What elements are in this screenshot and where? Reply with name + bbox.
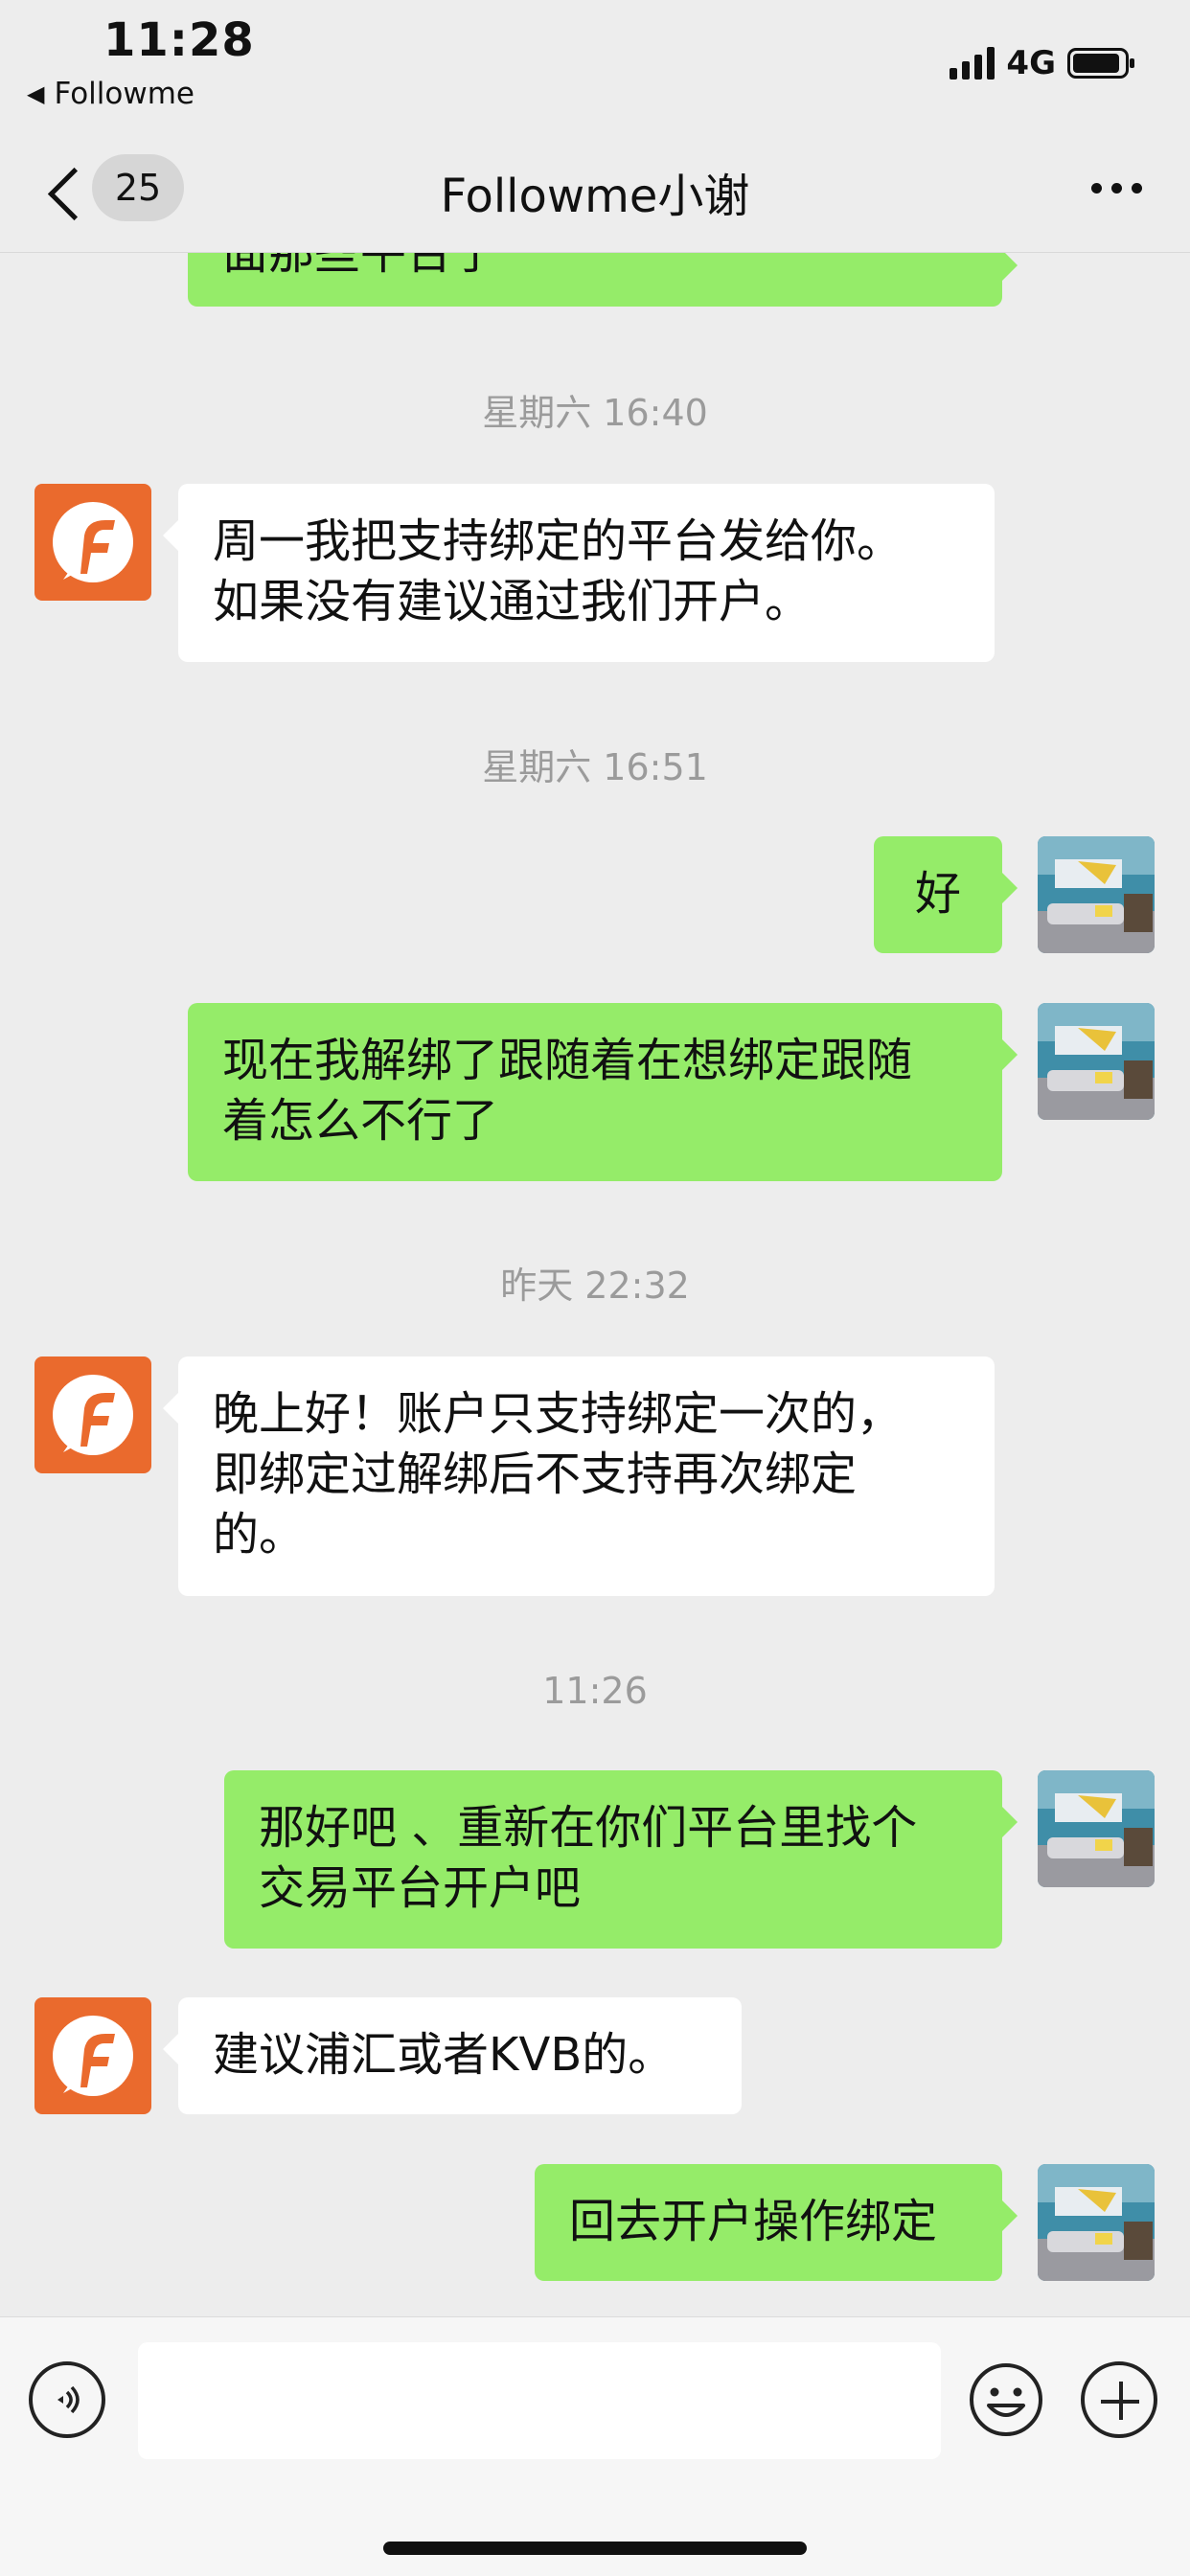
status-time: 11:28 [103,13,255,67]
chat-title: Followme小谢 [440,170,750,223]
message-line: 周一我把支持绑定的平台发给你。 [213,514,904,568]
message-line: 即绑定过解绑后不支持再次绑定 [213,1448,858,1501]
message-bubble-outgoing[interactable]: 那好吧 、重新在你们平台里找个 交易平台开户吧 [224,1770,1018,1949]
message-bubble-incoming[interactable]: 建议浦汇或者KVB的。 [163,1997,742,2114]
status-bar: 11:28 ◀ Followme 4G [0,0,1190,129]
back-triangle-icon: ◀ [27,80,45,107]
my-avatar[interactable] [1038,1003,1155,1120]
message-line: 着怎么不行了 [222,1094,499,1148]
message-bubble-incoming[interactable]: 晚上好！账户只支持绑定一次的， 即绑定过解绑后不支持再次绑定 的。 [163,1356,995,1596]
status-indicators: 4G [950,44,1134,82]
my-avatar[interactable] [1038,2164,1155,2281]
message-bubble-outgoing[interactable]: 回去开户操作绑定 [535,2164,1018,2281]
room-photo-icon [1038,1003,1155,1120]
my-avatar[interactable] [1038,836,1155,953]
plus-icon[interactable] [1081,2361,1157,2438]
signal-icon [950,47,995,80]
back-app-label: Followme [54,77,195,111]
timestamp: 星期六 16:40 [482,392,708,434]
room-photo-icon [1038,836,1155,953]
contact-avatar[interactable] [34,1356,151,1473]
message-line: 好 [914,867,961,921]
message-line: 现在我解绑了跟随着在想绑定跟随 [222,1034,913,1087]
message-line: 回去开户操作绑定 [569,2195,938,2248]
input-bar [0,2316,1190,2576]
message-input[interactable] [138,2342,941,2459]
room-photo-icon [1038,2164,1155,2281]
battery-icon [1067,48,1134,79]
message-line: 晚上好！账户只支持绑定一次的， [213,1387,904,1441]
my-avatar[interactable] [1038,1770,1155,1887]
message-bubble-partial[interactable]: 面那些平台了 [188,252,1018,307]
timestamp: 11:26 [542,1670,648,1712]
chat-messages[interactable]: 面那些平台了 星期六 16:40 周一我把支持绑定的平台发给你。 如果没有建议通… [0,252,1190,2316]
contact-avatar[interactable] [34,1997,151,2114]
home-indicator[interactable] [383,2542,807,2555]
timestamp: 星期六 16:51 [482,746,708,788]
followme-logo-icon [53,502,133,582]
message-bubble-outgoing[interactable]: 现在我解绑了跟随着在想绑定跟随 着怎么不行了 [188,1003,1018,1181]
network-type: 4G [1006,44,1056,82]
message-line: 交易平台开户吧 [259,1861,582,1915]
chat-header: 25 Followme小谢 [0,129,1190,253]
more-dots-icon[interactable] [1091,183,1142,194]
message-line: 那好吧 、重新在你们平台里找个 [259,1801,918,1855]
room-photo-icon [1038,1770,1155,1887]
message-line: 如果没有建议通过我们开户。 [213,575,812,628]
timestamp: 昨天 22:32 [500,1265,690,1307]
followme-logo-icon [53,1375,133,1455]
emoji-icon[interactable] [968,2361,1044,2438]
message-line: 的。 [213,1508,306,1562]
followme-logo-icon [53,2016,133,2096]
voice-icon[interactable] [29,2361,105,2438]
message-text: 面那些平台了 [222,252,499,280]
message-bubble-outgoing[interactable]: 好 [874,836,1018,953]
message-bubble-incoming[interactable]: 周一我把支持绑定的平台发给你。 如果没有建议通过我们开户。 [163,484,995,662]
message-line: 建议浦汇或者KVB的。 [213,2028,675,2082]
back-to-app-link[interactable]: ◀ Followme [27,77,195,111]
contact-avatar[interactable] [34,484,151,601]
